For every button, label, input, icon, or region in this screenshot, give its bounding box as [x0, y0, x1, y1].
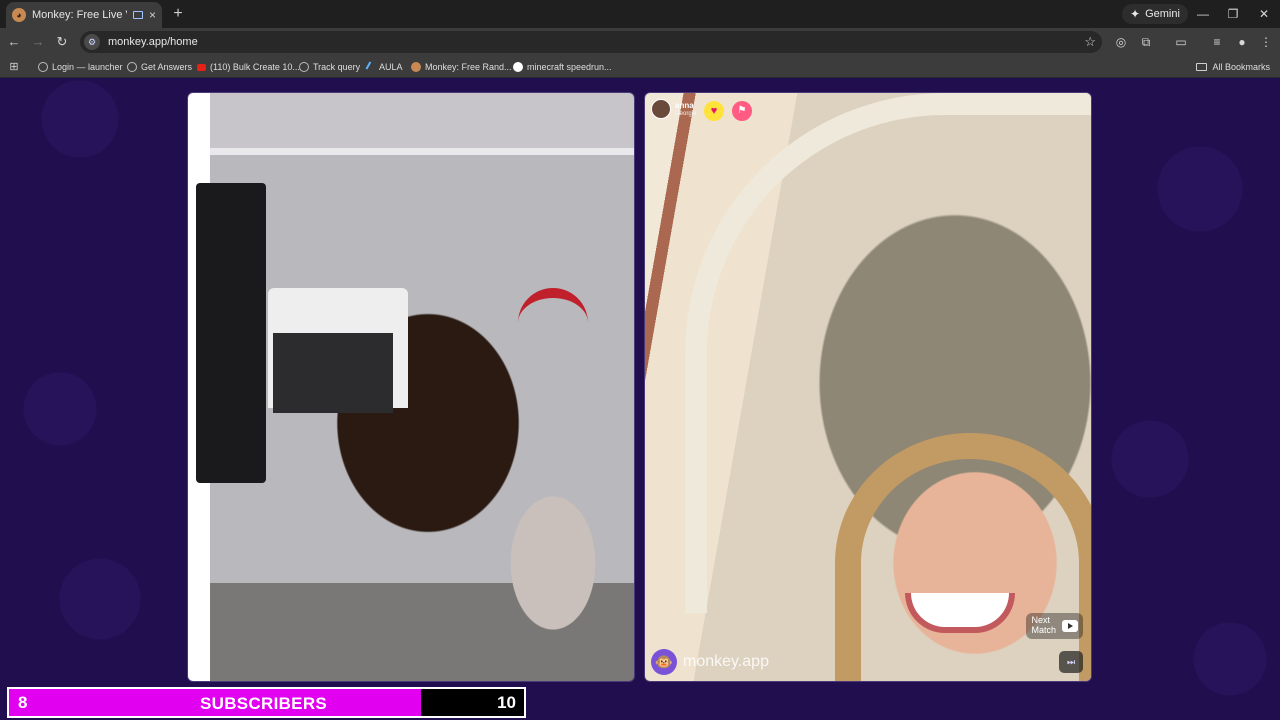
video-scene-jersey-dark — [273, 333, 393, 413]
tab-bar: ◕ Monkey: Free Live Video Ch × + ✦ Gemin… — [0, 0, 1280, 28]
site-info-icon[interactable]: ⚙ — [84, 34, 100, 50]
tab-title: Monkey: Free Live Video Ch — [32, 9, 127, 21]
bookmark-label: Track query — [313, 62, 361, 72]
aula-icon — [365, 61, 377, 73]
bookmark-monkey[interactable]: Monkey: Free Rand... — [411, 59, 512, 75]
subscriber-goal-count: 10 — [497, 693, 516, 712]
video-scene-closet — [196, 183, 266, 483]
remote-user-location: Georgia — [675, 110, 697, 117]
heart-badge-icon[interactable]: ♥ — [704, 101, 724, 121]
bookmark-star-icon[interactable]: ☆ — [1084, 34, 1096, 50]
tab-close-icon[interactable]: × — [149, 8, 156, 22]
profile-avatar-icon[interactable]: ● — [1232, 32, 1252, 52]
browser-toolbar: ← → ↻ ⚙ monkey.app/home ☆ ◎ ⧉ ▭ ≡ ● ⋮ — [0, 28, 1280, 56]
reload-icon[interactable]: ↻ — [52, 32, 72, 52]
extension-icon[interactable]: ◎ — [1111, 32, 1131, 52]
browser-tab-monkey[interactable]: ◕ Monkey: Free Live Video Ch × — [6, 2, 162, 28]
bookmark-track-query[interactable]: Track query — [299, 59, 360, 75]
monkey-logo-icon: 🐵 — [651, 649, 677, 675]
brand-watermark: 🐵 monkey.app — [651, 649, 769, 675]
gemini-button[interactable]: ✦ Gemini — [1122, 4, 1188, 24]
gemini-label: Gemini — [1145, 8, 1180, 20]
bookmark-label: Login — launcher — [52, 62, 123, 72]
google-icon — [513, 62, 523, 72]
forward-arrow-icon[interactable]: → — [28, 32, 48, 52]
video-scene-red-hanger — [518, 288, 588, 368]
cast-icon[interactable]: ▭ — [1171, 32, 1191, 52]
bookmark-label: minecraft speedrun... — [527, 62, 612, 72]
monkey-icon — [411, 62, 421, 72]
url-text: monkey.app/home — [108, 36, 198, 48]
bookmark-get-answers[interactable]: Get Answers — [127, 59, 192, 75]
next-match-line2: Match — [1031, 625, 1056, 636]
minimize-button[interactable]: — — [1188, 4, 1218, 24]
bookmark-aula[interactable]: AULA — [365, 59, 403, 75]
bookmarks-bar: ⊞ Login — launcher Get Answers (110) Bul… — [0, 56, 1280, 78]
bookmark-label: AULA — [379, 62, 403, 72]
remote-user-name: anna — [675, 100, 694, 110]
globe-icon — [38, 62, 48, 72]
restore-button[interactable]: ❐ — [1218, 4, 1248, 24]
subscriber-label: SUBSCRIBERS — [200, 694, 328, 713]
bookmark-label: Monkey: Free Rand... — [425, 62, 512, 72]
globe-icon — [127, 62, 137, 72]
play-next-icon — [1062, 620, 1078, 633]
skip-forward-icon[interactable]: ⏭ — [1059, 651, 1083, 673]
all-bookmarks-button[interactable]: All Bookmarks — [1196, 59, 1270, 75]
gemini-sparkle-icon: ✦ — [1130, 7, 1141, 21]
apps-grid-icon[interactable]: ⊞ — [6, 59, 22, 75]
globe-icon — [299, 62, 309, 72]
next-match-label: Next Match — [1031, 615, 1056, 636]
folder-icon — [1196, 63, 1208, 71]
subscriber-goal-bar: 8 SUBSCRIBERS 10 — [7, 687, 526, 718]
local-video-feed — [187, 92, 635, 682]
brand-text: monkey.app — [683, 653, 769, 670]
report-flag-icon[interactable]: ⚑ — [732, 101, 752, 121]
avatar — [651, 99, 671, 119]
all-bookmarks-label: All Bookmarks — [1212, 62, 1270, 72]
back-arrow-icon[interactable]: ← — [4, 32, 24, 52]
remote-user-chip[interactable]: anna Georgia — [651, 99, 696, 119]
bookmark-label: (110) Bulk Create 10... — [210, 62, 300, 72]
youtube-icon — [197, 63, 206, 71]
monkey-favicon-icon: ◕ — [12, 8, 26, 22]
video-scene-hair — [835, 433, 1091, 681]
media-controls-icon[interactable]: ≡ — [1207, 32, 1227, 52]
puzzle-extensions-icon[interactable]: ⧉ — [1136, 32, 1156, 52]
next-match-button[interactable]: Next Match — [1026, 613, 1083, 639]
subscriber-count: 8 — [18, 693, 28, 712]
monkey-app-page: anna Georgia ♥ ⚑ 🐵 monkey.app Next Match… — [0, 79, 1280, 720]
media-playing-icon — [132, 11, 143, 19]
bookmark-minecraft[interactable]: minecraft speedrun... — [513, 59, 612, 75]
menu-kebab-icon[interactable]: ⋮ — [1256, 32, 1276, 52]
user-info: anna Georgia — [675, 100, 697, 117]
new-tab-button[interactable]: + — [168, 4, 188, 24]
address-bar[interactable]: ⚙ monkey.app/home ☆ — [80, 31, 1102, 53]
close-window-button[interactable]: ✕ — [1249, 4, 1279, 24]
remote-video-feed: anna Georgia ♥ ⚑ 🐵 monkey.app Next Match… — [644, 92, 1092, 682]
bookmark-bulk-create[interactable]: (110) Bulk Create 10... — [197, 59, 300, 75]
bookmark-label: Get Answers — [141, 62, 193, 72]
bookmark-login[interactable]: Login — launcher — [38, 59, 123, 75]
